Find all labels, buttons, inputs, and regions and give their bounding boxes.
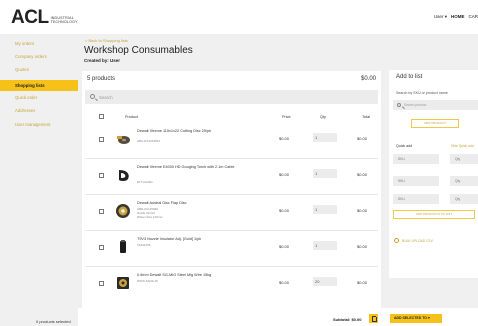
sidebar-item-quotes[interactable]: Quotes [0, 64, 78, 75]
table-row: T9V3 Nozzle Insulator Adj. [Gold] 1/pk T… [82, 230, 381, 266]
sidebar-item-my-orders[interactable]: My orders [0, 38, 78, 49]
sidebar-item-company-orders[interactable]: Company orders [0, 51, 78, 62]
products-panel: 5 products $0.00 Product Price Qty Total… [82, 71, 381, 326]
table-row: Dewalt Xtreme E4000 HD Gouging Torch wit… [82, 158, 381, 194]
product-name[interactable]: T9V3 Nozzle Insulator Adj. [Gold] 1/pk [137, 237, 237, 242]
page-title: Workshop Consumables [84, 45, 193, 56]
row-checkbox[interactable] [99, 245, 104, 250]
table-row: Dewalt Xtreme 115x1x22 Cutting Disc 25/p… [82, 122, 381, 158]
select-all-checkbox[interactable] [99, 114, 104, 119]
quantity-input[interactable]: 20 [313, 277, 337, 286]
sidebar: My orders Company orders Quotes Shopping… [0, 34, 78, 326]
products-total: $0.00 [360, 76, 376, 82]
quantity-input[interactable]: 1 [313, 241, 337, 250]
back-link[interactable]: < Back to Shopping lists [85, 38, 128, 43]
selected-count: 0 products selected [36, 319, 71, 324]
column-header-price: Price [282, 115, 291, 119]
quick-add-qty-input-3[interactable]: Qty [450, 194, 478, 204]
product-sku: ETT-DH401 [137, 180, 153, 184]
products-count: 5 products [87, 76, 116, 82]
product-price: $0.00 [279, 172, 290, 177]
product-name[interactable]: Dewalt Austral Disc Flap Disc [137, 201, 237, 206]
logo-mark: ACL [11, 7, 49, 28]
product-price: $0.00 [279, 208, 290, 213]
created-by: Created by: User [84, 58, 121, 63]
sidebar-item-addresses[interactable]: Addresses [0, 105, 78, 116]
add-selected-to-dropdown[interactable]: ADD SELECTED TO ▾ [390, 314, 442, 323]
add-products-to-list-button[interactable]: ADD PRODUCTS TO LIST [393, 210, 475, 219]
product-sku: DWW-SG09-15 [137, 279, 158, 283]
selection-footer: 0 products selected Subtotal: $0.00 ADD … [36, 308, 478, 326]
logo[interactable]: ACL INDUSTRIAL TECHNOLOGY [11, 7, 78, 28]
quick-add-sku-input-3[interactable]: SKU [393, 194, 439, 204]
chevron-down-icon: ▾ [444, 14, 447, 19]
quantity-input[interactable]: 1 [313, 205, 337, 214]
quick-add-sku-input-1[interactable]: SKU [393, 154, 439, 164]
product-price: $0.00 [279, 280, 290, 285]
product-sku: ABC-DX1234522 [137, 139, 161, 143]
product-sku: TAZ11456 [137, 243, 151, 247]
row-total: $0.00 [357, 208, 368, 213]
row-checkbox[interactable] [99, 281, 104, 286]
search-icon [90, 94, 95, 99]
quick-add-qty-input-1[interactable]: Qty [450, 154, 478, 164]
delete-selected-button[interactable] [369, 314, 378, 323]
bulk-upload-csv[interactable]: BULK UPLOAD CSV [394, 238, 433, 243]
product-search-input[interactable] [99, 92, 369, 102]
row-checkbox[interactable] [99, 137, 104, 142]
add-product-search-placeholder: Search product [404, 103, 427, 107]
row-total: $0.00 [357, 280, 368, 285]
add-to-list-title: Add to list [396, 74, 423, 80]
add-to-list-panel: Add to list Search by SKU or product nam… [389, 70, 478, 278]
product-name[interactable]: 0.9mm Dewalt SG-MIG Steel Mig Wire 15kg [137, 273, 237, 278]
row-total: $0.00 [357, 172, 368, 177]
product-wheel-size: Wheel Size 125mm [137, 215, 164, 219]
search-product-label: Search by SKU or product name [396, 91, 448, 95]
quantity-input[interactable]: 1 [313, 133, 337, 142]
quick-add-sku-input-2[interactable]: SKU [393, 176, 439, 186]
sidebar-item-user-management[interactable]: User management [0, 119, 78, 130]
add-product-search[interactable]: Search product [393, 100, 478, 110]
product-name[interactable]: Dewalt Xtreme E4000 HD Gouging Torch wit… [137, 165, 237, 170]
sidebar-item-shopping-lists[interactable]: Shopping lists [0, 80, 78, 91]
product-search-bar [85, 90, 378, 104]
sidebar-item-quick-order[interactable]: Quick order [0, 92, 78, 103]
row-checkbox[interactable] [99, 173, 104, 178]
product-price: $0.00 [279, 136, 290, 141]
row-checkbox[interactable] [99, 209, 104, 214]
row-total: $0.00 [357, 136, 368, 141]
product-image-flap-disc [116, 204, 130, 218]
quick-add-qty-input-2[interactable]: Qty [450, 176, 478, 186]
product-price: $0.00 [279, 244, 290, 249]
table-row: 0.9mm Dewalt SG-MIG Steel Mig Wire 15kg … [82, 266, 381, 302]
product-image-mig-wire [117, 277, 129, 289]
user-menu[interactable]: User ▾ [434, 14, 447, 20]
column-header-product: Product [125, 115, 139, 119]
quick-add-label: Quick add [396, 144, 413, 148]
nav-cart-link[interactable]: CAR [468, 14, 478, 20]
upload-icon [394, 238, 399, 243]
bulk-upload-label: BULK UPLOAD CSV [402, 238, 433, 243]
add-product-button[interactable]: ADD PRODUCT [411, 119, 459, 128]
column-header-total: Total [362, 115, 371, 119]
quantity-input[interactable]: 1 [313, 169, 337, 178]
product-name[interactable]: Dewalt Xtreme 115x1x22 Cutting Disc 25/p… [137, 129, 237, 134]
row-total: $0.00 [357, 244, 368, 249]
product-image-gouging-torch [119, 170, 129, 181]
header: ACL INDUSTRIAL TECHNOLOGY User ▾ HOME CAR [0, 0, 478, 34]
subtotal: Subtotal: $0.00 [333, 317, 362, 322]
hide-quick-add-link[interactable]: Hide Quick add [451, 144, 474, 148]
column-header-qty: Qty [320, 115, 326, 119]
top-nav: User ▾ HOME CAR [434, 14, 478, 20]
search-icon [397, 102, 401, 107]
nav-home-link[interactable]: HOME [451, 14, 465, 20]
product-image-nozzle-insulator [120, 240, 126, 253]
logo-subtitle: INDUSTRIAL TECHNOLOGY [50, 16, 78, 24]
table-row: Dewalt Austral Disc Flap Disc ABR-ZA1250… [82, 194, 381, 230]
product-image-cutting-disc [117, 136, 130, 144]
